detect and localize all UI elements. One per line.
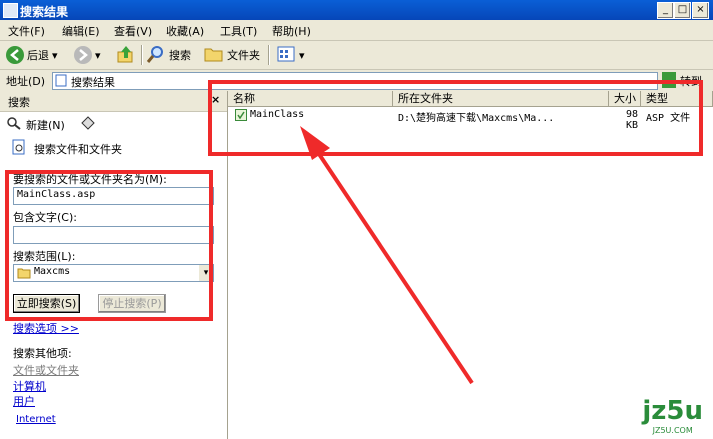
site-watermark: jz5u JZ5U.COM: [642, 396, 703, 435]
watermark-logo-text: jz5u: [642, 396, 703, 426]
watermark-sub-text: JZ5U.COM: [652, 426, 693, 435]
annotation-arrow: [300, 126, 474, 385]
